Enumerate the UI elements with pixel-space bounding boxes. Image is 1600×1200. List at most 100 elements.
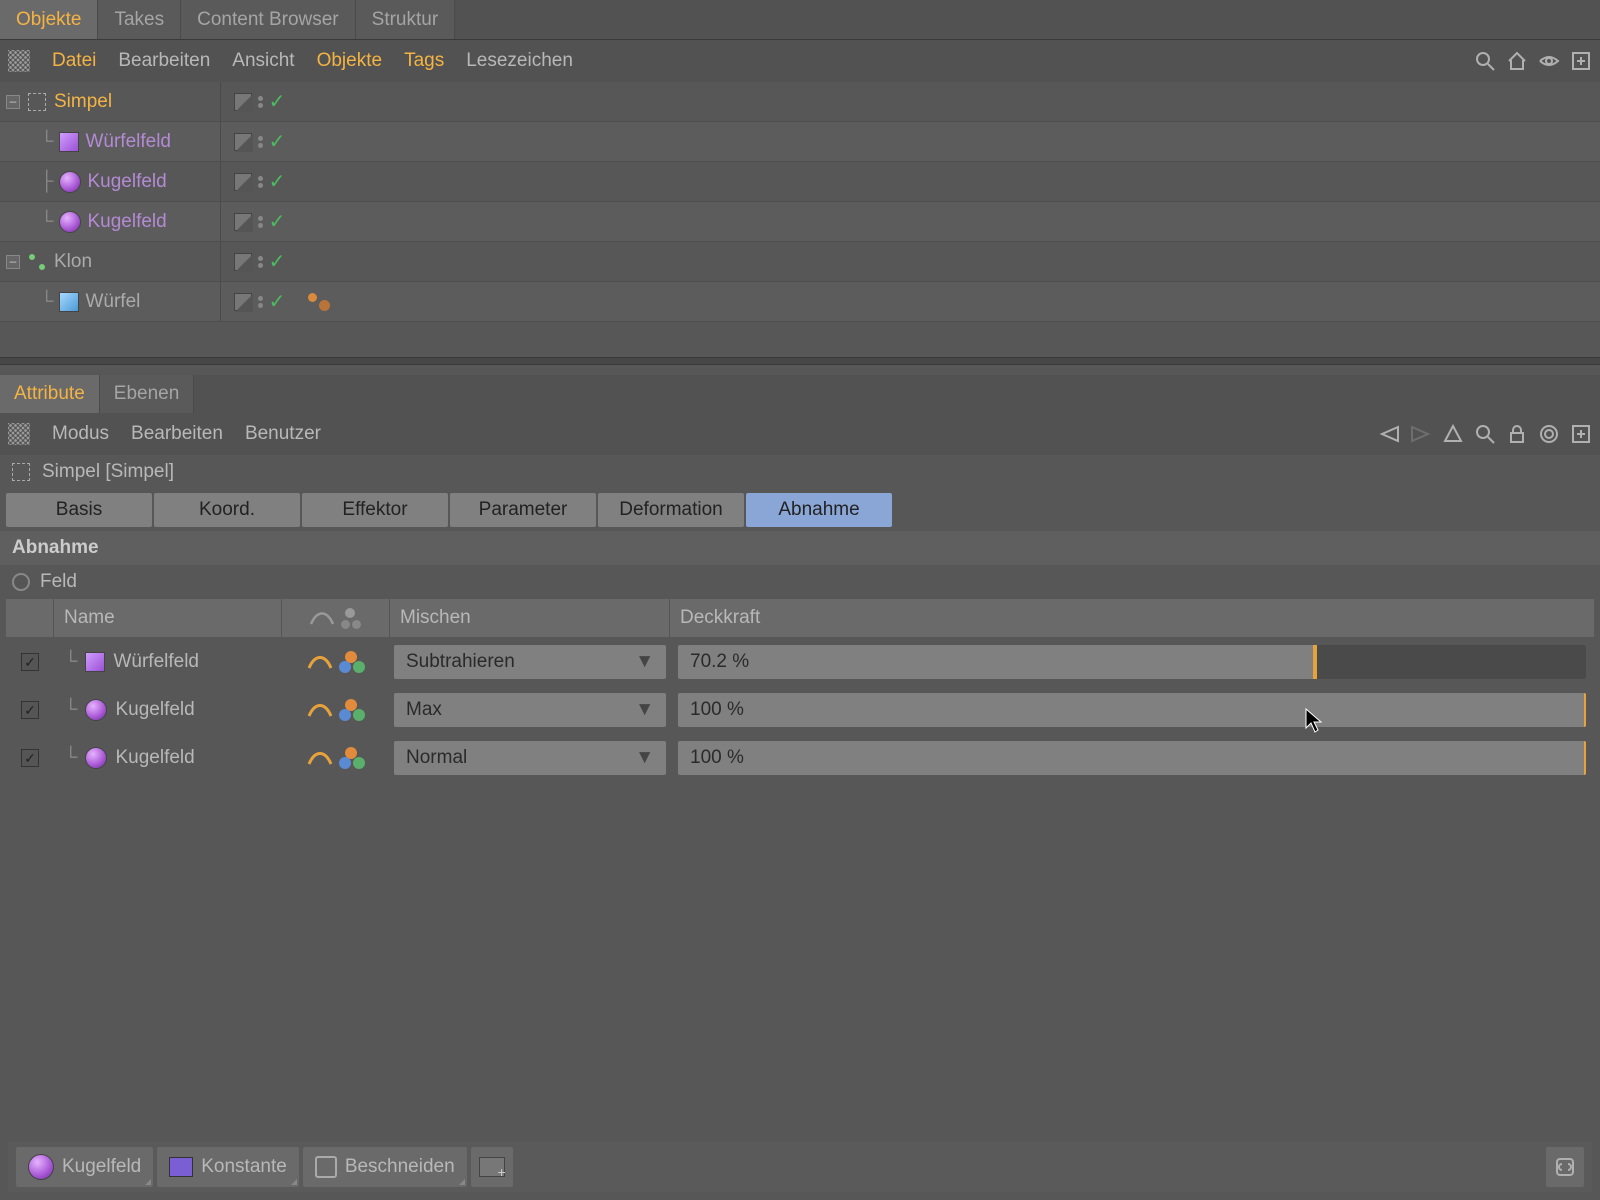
row-name-cell[interactable]: └Kugelfeld [54, 747, 282, 769]
section-tab-abnahme[interactable]: Abnahme [746, 493, 892, 527]
panel-options-icon[interactable] [8, 423, 30, 445]
search-icon[interactable] [1474, 50, 1496, 72]
menu-mode[interactable]: Modus [52, 423, 109, 445]
bottom-btn-folder[interactable] [471, 1147, 513, 1187]
layer-color-icon[interactable] [234, 93, 252, 111]
col-name[interactable]: Name [54, 599, 282, 637]
row-channel-icons[interactable] [282, 699, 390, 721]
menu-objects[interactable]: Objekte [317, 50, 382, 72]
bottom-btn-konstante[interactable]: Konstante [157, 1147, 299, 1187]
row-enable-checkbox[interactable]: ✓ [6, 653, 54, 671]
layer-color-icon[interactable] [234, 213, 252, 231]
menu-user[interactable]: Benutzer [245, 423, 321, 445]
curve-icon[interactable] [307, 700, 333, 720]
enable-check-icon[interactable]: ✓ [269, 249, 286, 274]
rgb-icon[interactable] [339, 699, 365, 721]
visibility-dots-icon[interactable] [258, 216, 263, 228]
panel-options-icon[interactable] [8, 50, 30, 72]
section-tab-koord[interactable]: Koord. [154, 493, 300, 527]
row-mix-dropdown[interactable]: Normal▼ [390, 741, 670, 775]
tag-icon[interactable] [306, 291, 332, 313]
tab-structure[interactable]: Struktur [356, 0, 456, 39]
row-opacity-slider[interactable]: 100 % [670, 741, 1594, 775]
visibility-dots-icon[interactable] [258, 176, 263, 188]
row-mix-dropdown[interactable]: Max▼ [390, 693, 670, 727]
field-row-item[interactable]: ✓└KugelfeldMax▼100 % [6, 687, 1594, 733]
expander-icon[interactable]: – [6, 255, 20, 269]
enable-check-icon[interactable]: ✓ [269, 89, 286, 114]
tree-item-label[interactable]: Kugelfeld [87, 171, 166, 193]
add-panel-icon[interactable] [1570, 423, 1592, 445]
menu-tags[interactable]: Tags [404, 50, 444, 72]
curve-icon[interactable] [307, 652, 333, 672]
tree-item-label[interactable]: Kugelfeld [87, 211, 166, 233]
row-name-cell[interactable]: └Würfelfeld [54, 651, 282, 673]
tree-row-kugelfeld-2[interactable]: └ Kugelfeld ✓ [0, 202, 1600, 242]
tab-objects[interactable]: Objekte [0, 0, 98, 39]
panel-separator[interactable] [0, 357, 1600, 365]
row-channel-icons[interactable] [282, 651, 390, 673]
layer-color-icon[interactable] [234, 173, 252, 191]
section-tab-effektor[interactable]: Effektor [302, 493, 448, 527]
section-tab-parameter[interactable]: Parameter [450, 493, 596, 527]
row-opacity-slider[interactable]: 70.2 % [670, 645, 1594, 679]
expander-icon[interactable]: – [6, 95, 20, 109]
row-enable-checkbox[interactable]: ✓ [6, 701, 54, 719]
enable-check-icon[interactable]: ✓ [269, 209, 286, 234]
row-mix-dropdown[interactable]: Subtrahieren▼ [390, 645, 670, 679]
visibility-dots-icon[interactable] [258, 256, 263, 268]
bottom-btn-kugelfeld[interactable]: Kugelfeld [16, 1147, 153, 1187]
section-tab-basis[interactable]: Basis [6, 493, 152, 527]
tab-layers[interactable]: Ebenen [100, 375, 195, 413]
tree-row-klon[interactable]: – Klon ✓ [0, 242, 1600, 282]
enable-check-icon[interactable]: ✓ [269, 289, 286, 314]
bottom-btn-beschneiden[interactable]: Beschneiden [303, 1147, 467, 1187]
lock-icon[interactable] [1506, 423, 1528, 445]
menu-view[interactable]: Ansicht [232, 50, 294, 72]
field-row-item[interactable]: ✓└Würfelfeld Subtrahieren▼70.2 % [6, 639, 1594, 685]
col-icons[interactable] [282, 599, 390, 637]
menu-file[interactable]: Datei [52, 50, 96, 72]
col-mix[interactable]: Mischen [390, 599, 670, 637]
visibility-dots-icon[interactable] [258, 296, 263, 308]
visibility-dots-icon[interactable] [258, 96, 263, 108]
enable-check-icon[interactable]: ✓ [269, 169, 286, 194]
rgb-icon[interactable] [339, 651, 365, 673]
layer-color-icon[interactable] [234, 253, 252, 271]
visibility-dots-icon[interactable] [258, 136, 263, 148]
eye-icon[interactable] [1538, 50, 1560, 72]
anim-dot-icon[interactable] [12, 573, 30, 591]
bottom-btn-link[interactable] [1546, 1147, 1584, 1187]
tree-item-label[interactable]: Klon [54, 251, 92, 273]
tree-row-wuerfel[interactable]: └ Würfel ✓ [0, 282, 1600, 322]
curve-icon[interactable] [307, 748, 333, 768]
col-opacity[interactable]: Deckkraft [670, 599, 1594, 637]
tree-item-label[interactable]: Simpel [54, 91, 112, 113]
menu-bookmarks[interactable]: Lesezeichen [466, 50, 573, 72]
menu-edit-attr[interactable]: Bearbeiten [131, 423, 223, 445]
field-row-item[interactable]: ✓└Kugelfeld Normal▼100 % [6, 735, 1594, 781]
nav-back-icon[interactable] [1378, 423, 1400, 445]
menu-edit[interactable]: Bearbeiten [118, 50, 210, 72]
tab-attribute[interactable]: Attribute [0, 375, 100, 413]
tree-item-label[interactable]: Würfelfeld [85, 131, 171, 153]
section-tab-deformation[interactable]: Deformation [598, 493, 744, 527]
add-panel-icon[interactable] [1570, 50, 1592, 72]
tree-row-kugelfeld-1[interactable]: ├ Kugelfeld ✓ [0, 162, 1600, 202]
layer-color-icon[interactable] [234, 293, 252, 311]
col-enable[interactable] [6, 599, 54, 637]
row-name-cell[interactable]: └Kugelfeld [54, 699, 282, 721]
tree-row-wuerfelfeld[interactable]: └ Würfelfeld ✓ [0, 122, 1600, 162]
tree-item-label[interactable]: Würfel [85, 291, 140, 313]
home-icon[interactable] [1506, 50, 1528, 72]
rgb-icon[interactable] [339, 747, 365, 769]
tab-content-browser[interactable]: Content Browser [181, 0, 356, 39]
tab-takes[interactable]: Takes [98, 0, 181, 39]
tree-row-simpel[interactable]: – Simpel ✓ [0, 82, 1600, 122]
enable-check-icon[interactable]: ✓ [269, 129, 286, 154]
search-icon[interactable] [1474, 423, 1496, 445]
target-icon[interactable] [1538, 423, 1560, 445]
row-channel-icons[interactable] [282, 747, 390, 769]
layer-color-icon[interactable] [234, 133, 252, 151]
row-enable-checkbox[interactable]: ✓ [6, 749, 54, 767]
